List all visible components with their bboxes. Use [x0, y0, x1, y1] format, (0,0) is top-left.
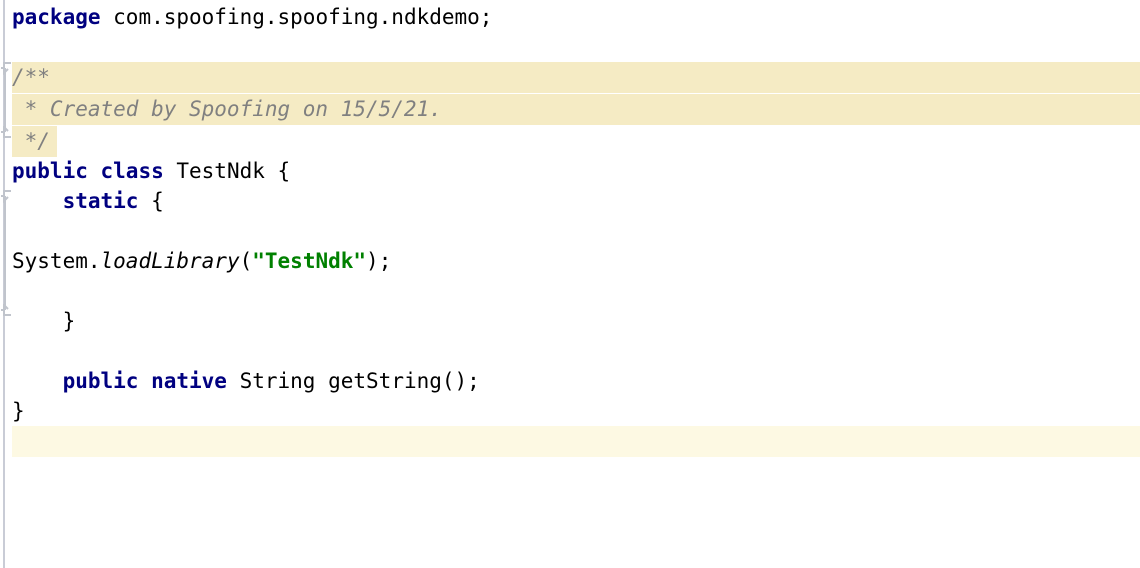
code-line-3[interactable]: /**: [12, 62, 50, 92]
token-keyword: static: [62, 189, 139, 213]
code-editor[interactable]: package com.spoofing.spoofing.ndkdemo; /*…: [0, 0, 1140, 568]
token-plain: System.: [12, 249, 101, 273]
token-plain: String getString();: [226, 369, 480, 393]
token-plain: com.spoofing.spoofing.ndkdemo;: [100, 5, 493, 29]
code-line-13[interactable]: public native String getString();: [12, 366, 480, 396]
token-keyword: public: [62, 369, 139, 393]
code-line-7[interactable]: static {: [12, 186, 164, 216]
editor-gutter[interactable]: [0, 0, 12, 568]
token-static-field: loadLibrary: [100, 249, 240, 273]
token-plain: (: [239, 249, 253, 273]
token-keyword: package: [12, 5, 101, 29]
token-comment: /**: [12, 65, 50, 89]
fold-marker-javadoc-start-icon[interactable]: [0, 62, 13, 75]
fold-marker-static-block-end-icon[interactable]: [0, 304, 13, 317]
token-plain: );: [366, 249, 392, 273]
token-keyword: public: [12, 159, 88, 183]
token-comment: * Created by Spoofing on 15/5/21.: [12, 97, 442, 121]
token-keyword: native: [151, 369, 227, 393]
code-line-9[interactable]: System.loadLibrary("TestNdk");: [12, 246, 391, 276]
fold-rail: [4, 68, 6, 132]
token-plain: {: [138, 189, 164, 213]
token-string: "TestNdk": [252, 249, 367, 273]
code-line-5[interactable]: */: [12, 126, 50, 156]
token-keyword: class: [100, 159, 164, 183]
token-plain: }: [12, 399, 25, 423]
token-comment: */: [12, 129, 50, 153]
code-text-layer[interactable]: package com.spoofing.spoofing.ndkdemo; /*…: [0, 0, 1140, 568]
token-plain: }: [12, 309, 76, 333]
fold-rail: [4, 196, 6, 310]
code-line-1[interactable]: package com.spoofing.spoofing.ndkdemo;: [12, 2, 492, 32]
fold-marker-static-block-start-icon[interactable]: [0, 190, 13, 203]
code-line-11[interactable]: }: [12, 306, 76, 336]
fold-marker-javadoc-end-icon[interactable]: [0, 126, 13, 139]
code-line-4[interactable]: * Created by Spoofing on 15/5/21.: [12, 94, 442, 124]
code-line-6[interactable]: public class TestNdk {: [12, 156, 290, 186]
code-line-14[interactable]: }: [12, 396, 25, 426]
token-plain: TestNdk {: [163, 159, 291, 183]
